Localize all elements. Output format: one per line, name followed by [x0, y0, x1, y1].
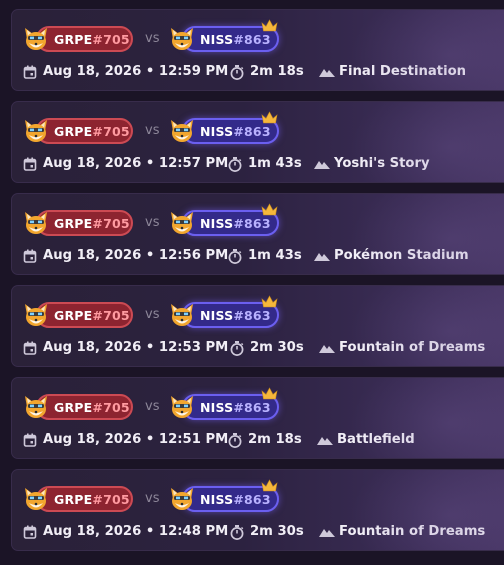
- match-stage-name: Yoshi's Story: [334, 156, 430, 171]
- crown-icon: [261, 293, 278, 308]
- match-players: GRPE#705 vs NISS#863: [22, 111, 322, 146]
- vs-label: vs: [145, 399, 160, 414]
- match-card[interactable]: GRPE#705 vs NISS#863 Aug 18, 2026 • 12:56 P…: [11, 193, 504, 275]
- fox-character-icon: [168, 25, 196, 53]
- player-1-code: #705: [92, 400, 130, 415]
- match-stage-name: Battlefield: [337, 432, 415, 447]
- crown-icon: [261, 385, 278, 400]
- player-2-code: #863: [233, 308, 271, 323]
- player-1-name: GRPE: [54, 216, 93, 231]
- crown-icon: [261, 17, 278, 32]
- player-1-code: #705: [92, 32, 130, 47]
- match-meta: Aug 18, 2026 • 12:53 PM 2m 30s Fountain of…: [23, 338, 503, 358]
- match-stage-name: Final Destination: [339, 64, 467, 79]
- player-1-tag[interactable]: GRPE#705: [36, 394, 133, 420]
- match-card[interactable]: GRPE#705 vs NISS#863 Aug 18, 2026 • 12:57 P…: [11, 101, 504, 183]
- crown-icon: [261, 109, 278, 124]
- match-card[interactable]: GRPE#705 vs NISS#863 Aug 18, 2026 • 12:59 P…: [11, 9, 504, 91]
- player-1-tag[interactable]: GRPE#705: [36, 26, 133, 52]
- match-list: GRPE#705 vs NISS#863 Aug 18, 2026 • 12:59 P…: [0, 0, 504, 565]
- match-meta: Aug 18, 2026 • 12:57 PM 1m 43s Yoshi's Sto…: [23, 154, 503, 174]
- player-2-name: NISS: [200, 124, 234, 139]
- vs-label: vs: [145, 491, 160, 506]
- match-meta: Aug 18, 2026 • 12:56 PM 1m 43s Pokémon Sta…: [23, 246, 503, 266]
- player-1-name: GRPE: [54, 308, 93, 323]
- fox-character-icon: [22, 117, 50, 145]
- match-players: GRPE#705 vs NISS#863: [22, 295, 322, 330]
- fox-character-icon: [22, 301, 50, 329]
- match-datetime: Aug 18, 2026 • 12:51 PM: [43, 432, 229, 447]
- match-datetime: Aug 18, 2026 • 12:57 PM: [43, 156, 229, 171]
- fox-character-icon: [22, 25, 50, 53]
- match-players: GRPE#705 vs NISS#863: [22, 479, 322, 514]
- match-datetime: Aug 18, 2026 • 12:48 PM: [43, 524, 229, 539]
- player-1-tag[interactable]: GRPE#705: [36, 210, 133, 236]
- player-1-code: #705: [92, 216, 130, 231]
- player-1-tag[interactable]: GRPE#705: [36, 486, 133, 512]
- player-2-name: NISS: [200, 400, 234, 415]
- player-1-code: #705: [92, 308, 130, 323]
- match-stage-name: Fountain of Dreams: [339, 340, 486, 355]
- fox-character-icon: [22, 393, 50, 421]
- crown-icon: [261, 477, 278, 492]
- player-1-code: #705: [92, 492, 130, 507]
- player-2-name: NISS: [200, 216, 234, 231]
- player-1-code: #705: [92, 124, 130, 139]
- vs-label: vs: [145, 123, 160, 138]
- match-datetime: Aug 18, 2026 • 12:59 PM: [43, 64, 229, 79]
- vs-label: vs: [145, 215, 160, 230]
- fox-character-icon: [168, 117, 196, 145]
- match-card[interactable]: GRPE#705 vs NISS#863 Aug 18, 2026 • 12:51 P…: [11, 377, 504, 459]
- match-duration-value: 1m 43s: [248, 248, 302, 263]
- player-2-code: #863: [233, 32, 271, 47]
- vs-label: vs: [145, 307, 160, 322]
- match-meta: Aug 18, 2026 • 12:51 PM 2m 18s Battlefield: [23, 430, 503, 450]
- match-datetime: Aug 18, 2026 • 12:56 PM: [43, 248, 229, 263]
- match-duration-value: 1m 43s: [248, 156, 302, 171]
- match-duration-value: 2m 18s: [248, 432, 302, 447]
- crown-icon: [261, 201, 278, 216]
- vs-label: vs: [145, 31, 160, 46]
- match-card[interactable]: GRPE#705 vs NISS#863 Aug 18, 2026 • 12:48 P…: [11, 469, 504, 551]
- player-1-name: GRPE: [54, 492, 93, 507]
- fox-character-icon: [168, 301, 196, 329]
- match-meta: Aug 18, 2026 • 12:48 PM 2m 30s Fountain of…: [23, 522, 503, 542]
- player-2-name: NISS: [200, 32, 234, 47]
- match-players: GRPE#705 vs NISS#863: [22, 203, 322, 238]
- match-players: GRPE#705 vs NISS#863: [22, 19, 322, 54]
- match-datetime: Aug 18, 2026 • 12:53 PM: [43, 340, 229, 355]
- match-duration-value: 2m 30s: [250, 524, 304, 539]
- match-meta: Aug 18, 2026 • 12:59 PM 2m 18s Final Desti…: [23, 62, 503, 82]
- match-stage-name: Fountain of Dreams: [339, 524, 486, 539]
- match-players: GRPE#705 vs NISS#863: [22, 387, 322, 422]
- player-1-name: GRPE: [54, 32, 93, 47]
- match-card[interactable]: GRPE#705 vs NISS#863 Aug 18, 2026 • 12:53 P…: [11, 285, 504, 367]
- player-2-code: #863: [233, 216, 271, 231]
- player-2-name: NISS: [200, 492, 234, 507]
- fox-character-icon: [168, 393, 196, 421]
- fox-character-icon: [22, 209, 50, 237]
- fox-character-icon: [168, 485, 196, 513]
- match-duration-value: 2m 30s: [250, 340, 304, 355]
- player-1-name: GRPE: [54, 124, 93, 139]
- player-2-code: #863: [233, 492, 271, 507]
- fox-character-icon: [22, 485, 50, 513]
- match-stage-name: Pokémon Stadium: [334, 248, 469, 263]
- player-1-tag[interactable]: GRPE#705: [36, 118, 133, 144]
- fox-character-icon: [168, 209, 196, 237]
- player-2-name: NISS: [200, 308, 234, 323]
- player-1-tag[interactable]: GRPE#705: [36, 302, 133, 328]
- player-2-code: #863: [233, 400, 271, 415]
- match-duration-value: 2m 18s: [250, 64, 304, 79]
- player-1-name: GRPE: [54, 400, 93, 415]
- player-2-code: #863: [233, 124, 271, 139]
